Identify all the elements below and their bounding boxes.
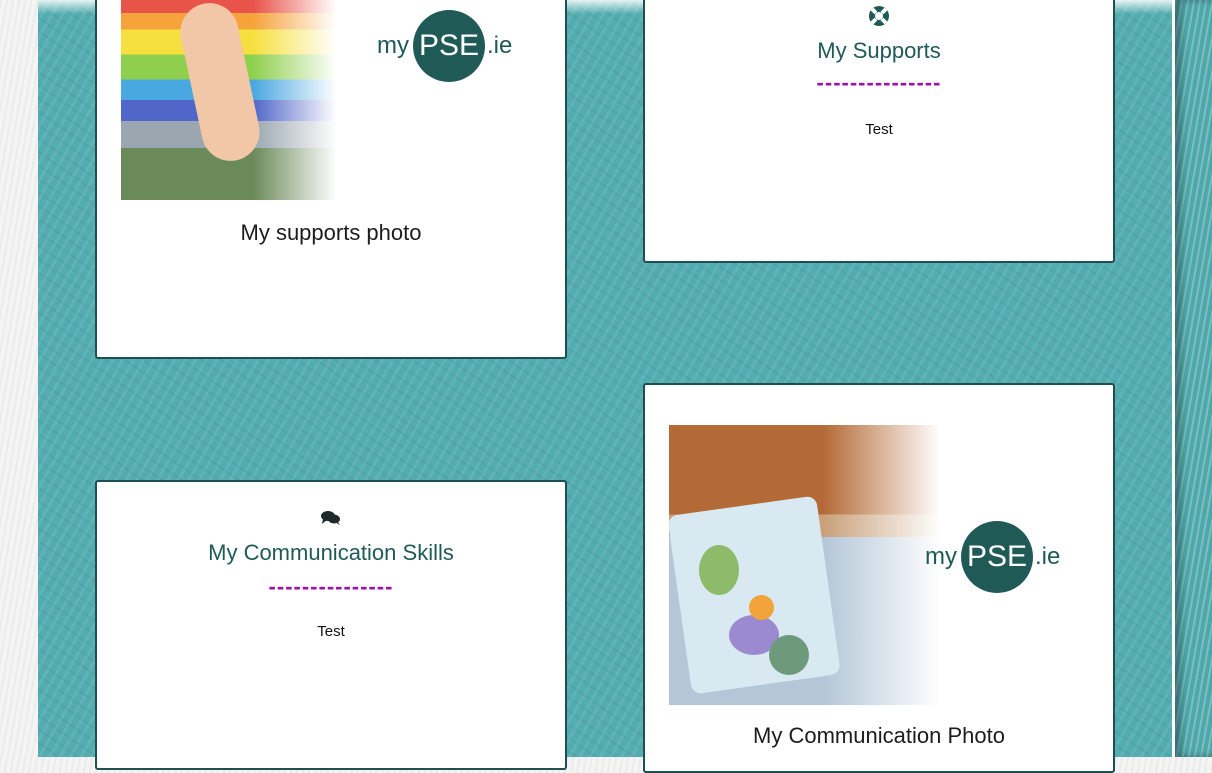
photo-caption: My Communication Photo <box>753 723 1005 748</box>
my-communication-skills-card[interactable]: My Communication Skills --------------- … <box>95 480 567 770</box>
hand-shape <box>175 0 265 167</box>
card-description: Test <box>865 121 893 138</box>
abacus-image <box>121 0 341 200</box>
logo-circle: PSE <box>961 521 1033 593</box>
supports-photo-card[interactable]: my PSE .ie My supports photo <box>95 0 567 359</box>
puzzle-image <box>669 425 949 705</box>
title-divider: --------------- <box>268 574 394 599</box>
my-supports-card[interactable]: My Supports --------------- Test <box>643 0 1115 263</box>
map-piece <box>749 595 774 620</box>
logo-suffix: .ie <box>1035 543 1061 570</box>
supports-photo: my PSE .ie <box>121 0 541 200</box>
comments-icon <box>97 510 565 526</box>
map-piece <box>769 635 809 675</box>
mypse-logo: my PSE .ie <box>925 521 1060 593</box>
map-board-shape <box>669 495 841 695</box>
map-piece <box>699 545 739 595</box>
logo-suffix: .ie <box>487 32 513 59</box>
scroll-edge <box>1175 0 1212 757</box>
card-title[interactable]: My Communication Skills <box>97 540 565 566</box>
logo-circle: PSE <box>413 10 485 82</box>
title-divider: --------------- <box>816 70 942 95</box>
communication-photo-card[interactable]: my PSE .ie My Communication Photo <box>643 383 1115 773</box>
lifebuoy-icon <box>645 4 1113 28</box>
communication-photo: my PSE .ie <box>669 425 1089 705</box>
logo-prefix: my <box>925 543 957 570</box>
photo-caption: My supports photo <box>240 220 422 245</box>
card-description: Test <box>317 623 345 640</box>
card-title[interactable]: My Supports <box>645 38 1113 64</box>
logo-prefix: my <box>377 32 409 59</box>
mypse-logo: my PSE .ie <box>377 10 512 82</box>
